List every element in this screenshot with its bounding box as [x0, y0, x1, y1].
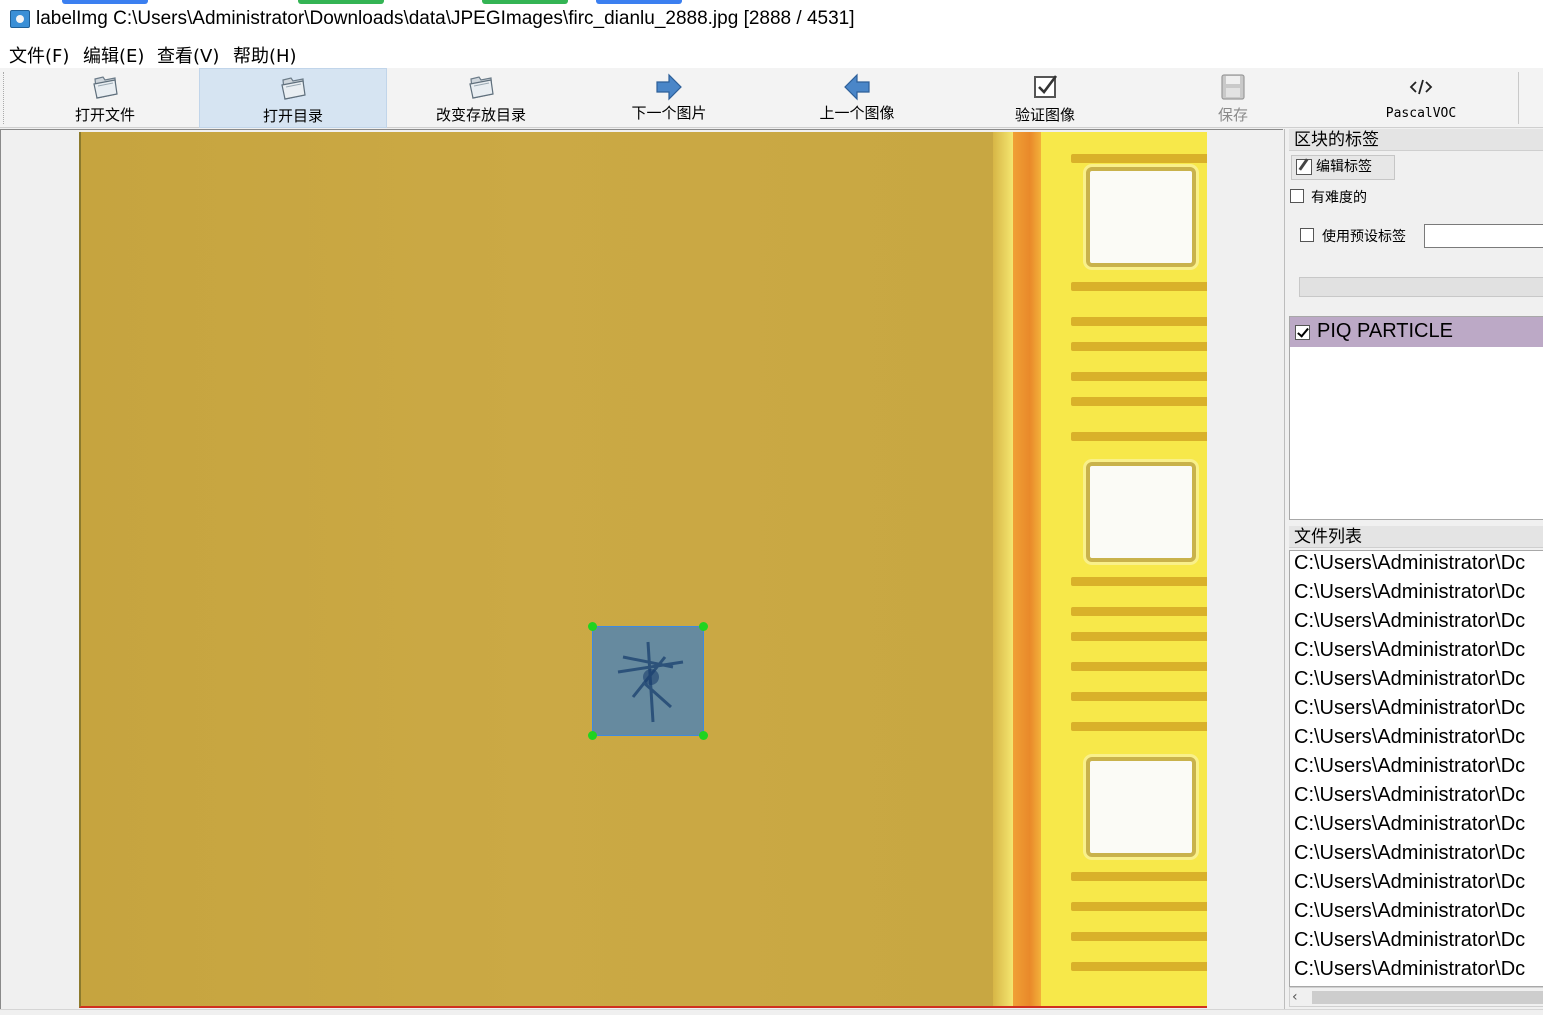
label-visibility-checkbox[interactable]: [1295, 325, 1310, 340]
title-bar: labelImg C:\Users\Administrator\Download…: [0, 0, 1543, 38]
toolbar-separator: [1518, 72, 1519, 124]
file-list-item[interactable]: C:\Users\Administrator\Dc: [1294, 929, 1525, 958]
difficult-label: 有难度的: [1311, 190, 1367, 206]
window-title: labelImg C:\Users\Administrator\Download…: [36, 8, 855, 29]
status-bar: [0, 1009, 1543, 1015]
prev-image-button[interactable]: 上一个图像: [763, 68, 951, 128]
file-list-item[interactable]: C:\Users\Administrator\Dc: [1294, 610, 1525, 639]
image-bond-pad: [1086, 757, 1196, 857]
bbox-vertex-top-right[interactable]: [699, 622, 708, 631]
file-list-item[interactable]: C:\Users\Administrator\Dc: [1294, 668, 1525, 697]
arrow-right-icon: [656, 73, 682, 101]
open-file-button[interactable]: 打开文件: [11, 68, 199, 128]
taskbar-edge-decoration: [0, 0, 1543, 4]
bounding-box-piq-particle[interactable]: [592, 626, 704, 736]
toolbar-grip[interactable]: [3, 72, 5, 124]
prev-image-label: 上一个图像: [819, 104, 895, 122]
menu-help[interactable]: 帮助(H): [233, 42, 297, 68]
file-list[interactable]: C:\Users\Administrator\Dc C:\Users\Admin…: [1289, 550, 1543, 987]
file-list-item[interactable]: C:\Users\Administrator\Dc: [1294, 639, 1525, 668]
label-list-item[interactable]: PIQ PARTICLE: [1290, 317, 1543, 347]
box-labels-title: 区块的标签: [1289, 129, 1543, 151]
image-orange-stripe: [1013, 132, 1041, 1006]
change-save-dir-label: 改变存放目录: [435, 106, 526, 124]
file-list-item[interactable]: C:\Users\Administrator\Dc: [1294, 552, 1525, 581]
next-image-label: 下一个图片: [631, 104, 707, 122]
menu-bar: 文件(F) 编辑(E) 查看(V) 帮助(H): [0, 38, 1543, 68]
right-dock: 区块的标签 编辑标签 有难度的 使用预设标签 PIQ PARTICLE 文件列表…: [1284, 129, 1543, 1009]
arrow-left-icon: [844, 73, 870, 101]
file-list-item[interactable]: C:\Users\Administrator\Dc: [1294, 755, 1525, 784]
folder-icon: [281, 77, 306, 100]
particle-mark: [617, 641, 684, 723]
format-label: PascalVOC: [1385, 106, 1457, 121]
menu-edit[interactable]: 编辑(E): [83, 42, 144, 68]
use-default-label-text: 使用预设标签: [1322, 229, 1406, 245]
file-list-item[interactable]: C:\Users\Administrator\Dc: [1294, 958, 1525, 986]
bbox-vertex-bottom-right[interactable]: [699, 731, 708, 740]
save-label: 保存: [1217, 106, 1248, 124]
image-edge-glow: [993, 132, 1013, 1006]
annotated-image[interactable]: [79, 132, 1207, 1008]
next-image-button[interactable]: 下一个图片: [575, 68, 763, 128]
change-save-dir-button[interactable]: 改变存放目录: [387, 68, 575, 128]
image-bond-pad: [1086, 462, 1196, 562]
menu-file[interactable]: 文件(F): [9, 42, 69, 68]
chevron-left-icon[interactable]: ‹: [1292, 989, 1298, 1005]
file-list-item[interactable]: C:\Users\Administrator\Dc: [1294, 813, 1525, 842]
bbox-vertex-bottom-left[interactable]: [588, 731, 597, 740]
file-list-item[interactable]: C:\Users\Administrator\Dc: [1294, 842, 1525, 871]
verify-image-label: 验证图像: [1014, 106, 1075, 124]
file-list-item[interactable]: C:\Users\Administrator\Dc: [1294, 900, 1525, 929]
menu-view[interactable]: 查看(V): [157, 42, 219, 68]
folder-icon: [93, 76, 118, 99]
label-text: PIQ PARTICLE: [1317, 320, 1453, 342]
file-list-horizontal-scrollbar[interactable]: ‹: [1289, 987, 1543, 1007]
edit-icon: [1296, 159, 1312, 175]
file-list-title: 文件列表: [1289, 526, 1543, 548]
checkbox-icon: [1034, 75, 1058, 98]
open-dir-button[interactable]: 打开目录: [199, 68, 387, 128]
difficult-checkbox[interactable]: [1290, 189, 1304, 203]
format-toggle-button[interactable]: PascalVOC: [1327, 68, 1515, 128]
labelimg-window: labelImg C:\Users\Administrator\Download…: [0, 0, 1543, 1015]
folder-icon: [469, 76, 494, 99]
open-file-label: 打开文件: [74, 106, 135, 124]
file-list-item[interactable]: C:\Users\Administrator\Dc: [1294, 726, 1525, 755]
file-list-item[interactable]: C:\Users\Administrator\Dc: [1294, 871, 1525, 900]
save-icon: [1221, 74, 1245, 100]
app-icon: [10, 10, 30, 28]
label-combo-box[interactable]: [1299, 277, 1543, 297]
default-label-input[interactable]: [1424, 224, 1543, 248]
file-list-item[interactable]: C:\Users\Administrator\Dc: [1294, 784, 1525, 813]
image-bond-pad: [1086, 167, 1196, 267]
file-list-item[interactable]: C:\Users\Administrator\Dc: [1294, 581, 1525, 610]
verify-image-button[interactable]: 验证图像: [951, 68, 1139, 128]
toolbar: 打开文件 打开目录 改变存放目录 下一个图片 上一个图像 验证图像 保存 Pas…: [0, 68, 1543, 128]
label-list[interactable]: PIQ PARTICLE: [1289, 316, 1543, 520]
code-icon: [1409, 79, 1433, 95]
edit-label-button[interactable]: 编辑标签: [1291, 155, 1395, 180]
bbox-vertex-top-left[interactable]: [588, 622, 597, 631]
canvas-area[interactable]: [0, 129, 1283, 1009]
save-button[interactable]: 保存: [1139, 68, 1327, 128]
use-default-label-checkbox[interactable]: [1300, 228, 1314, 242]
open-dir-label: 打开目录: [262, 107, 323, 125]
edit-label-text: 编辑标签: [1316, 159, 1372, 175]
scrollbar-thumb[interactable]: [1312, 991, 1543, 1004]
file-list-item[interactable]: C:\Users\Administrator\Dc: [1294, 697, 1525, 726]
